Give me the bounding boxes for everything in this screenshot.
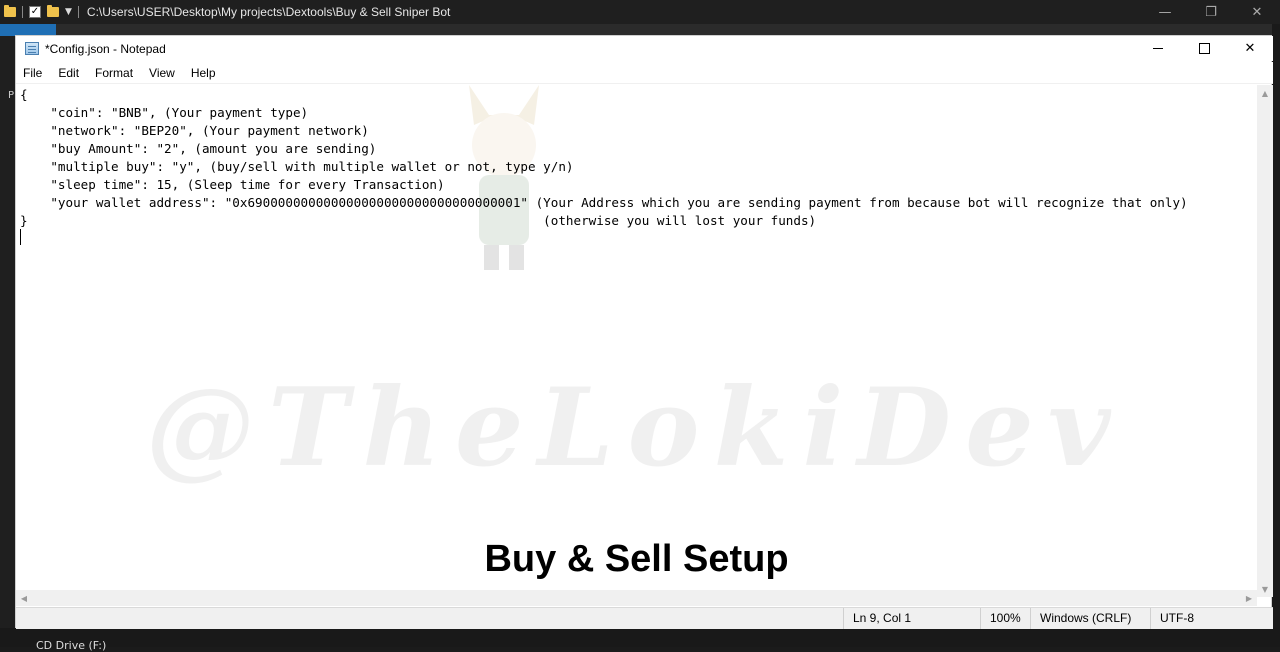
- notepad-window: *Config.json - Notepad ✕ File Edit Forma…: [15, 35, 1273, 629]
- menu-edit[interactable]: Edit: [50, 66, 87, 80]
- scroll-right-icon[interactable]: ▶: [1241, 590, 1257, 606]
- explorer-window-controls: — ❐ ✕: [1142, 0, 1280, 24]
- notepad-icon: [25, 42, 39, 55]
- editor-line: "coin": "BNB", (Your payment type): [20, 105, 309, 120]
- editor-line: "buy Amount": "2", (amount you are sendi…: [20, 141, 377, 156]
- menu-file[interactable]: File: [16, 66, 50, 80]
- window-controls: ✕: [1135, 36, 1273, 61]
- menu-view[interactable]: View: [141, 66, 183, 80]
- drive-item[interactable]: CD Drive (F:): [36, 639, 106, 652]
- properties-icon[interactable]: ✓: [29, 6, 41, 18]
- menu-format[interactable]: Format: [87, 66, 141, 80]
- editor-line: "network": "BEP20", (Your payment networ…: [20, 123, 369, 138]
- divider: [77, 6, 79, 18]
- restore-icon[interactable]: ❐: [1188, 0, 1234, 24]
- divider: [22, 6, 23, 18]
- menu-help[interactable]: Help: [183, 66, 224, 80]
- status-position: Ln 9, Col 1: [843, 608, 980, 629]
- editor-line: "multiple buy": "y", (buy/sell with mult…: [20, 159, 574, 174]
- watermark-text: @TheLokiDev: [146, 365, 1125, 491]
- folder-icon: [4, 5, 16, 17]
- window-title: *Config.json - Notepad: [45, 41, 166, 56]
- menu-bar: File Edit Format View Help: [16, 62, 1273, 84]
- overlay-title: Buy & Sell Setup: [484, 538, 789, 580]
- editor-line: "your wallet address": "0x69000000000000…: [20, 195, 1188, 210]
- scroll-left-icon[interactable]: ◀: [16, 590, 32, 606]
- explorer-path: C:\Users\USER\Desktop\My projects\Dextoo…: [86, 5, 451, 19]
- horizontal-scrollbar[interactable]: ◀ ▶: [16, 590, 1257, 606]
- text-caret: [20, 229, 21, 245]
- status-line-ending: Windows (CRLF): [1030, 608, 1150, 629]
- minimize-button[interactable]: [1135, 36, 1181, 61]
- editor-line: ​: [20, 230, 1188, 248]
- close-button[interactable]: ✕: [1227, 36, 1273, 61]
- new-folder-icon[interactable]: [47, 5, 59, 17]
- quick-access-toolbar: ✓ ▼: [0, 5, 79, 18]
- status-zoom: 100%: [980, 608, 1030, 629]
- drive-label: CD Drive (F:): [36, 639, 107, 652]
- vertical-scrollbar[interactable]: ▲ ▼: [1257, 85, 1273, 597]
- scroll-up-icon[interactable]: ▲: [1257, 85, 1273, 101]
- nav-letter: P: [8, 90, 15, 101]
- explorer-nav-pane: P: [0, 36, 15, 647]
- chevron-down-icon[interactable]: ▼: [65, 7, 72, 17]
- explorer-title-bar: ✓ ▼ C:\Users\USER\Desktop\My projects\De…: [0, 0, 1280, 24]
- editor-line: {: [20, 87, 28, 102]
- editor-line: } (otherwise you will lost your funds): [20, 213, 817, 228]
- scroll-down-icon[interactable]: ▼: [1257, 581, 1273, 597]
- notepad-title-bar[interactable]: *Config.json - Notepad ✕: [16, 36, 1273, 61]
- minimize-icon[interactable]: —: [1142, 0, 1188, 24]
- explorer-right-edge: [1272, 24, 1280, 647]
- maximize-button[interactable]: [1181, 36, 1227, 61]
- explorer-bottom: CD Drive (F:): [0, 628, 1280, 652]
- status-encoding: UTF-8: [1150, 608, 1273, 629]
- status-bar: Ln 9, Col 1 100% Windows (CRLF) UTF-8: [16, 607, 1273, 629]
- editor-content: { "coin": "BNB", (Your payment type) "ne…: [20, 86, 1188, 248]
- editor-line: "sleep time": 15, (Sleep time for every …: [20, 177, 445, 192]
- close-icon[interactable]: ✕: [1234, 0, 1280, 24]
- text-editor[interactable]: @TheLokiDev { "coin": "BNB", (Your payme…: [16, 85, 1257, 597]
